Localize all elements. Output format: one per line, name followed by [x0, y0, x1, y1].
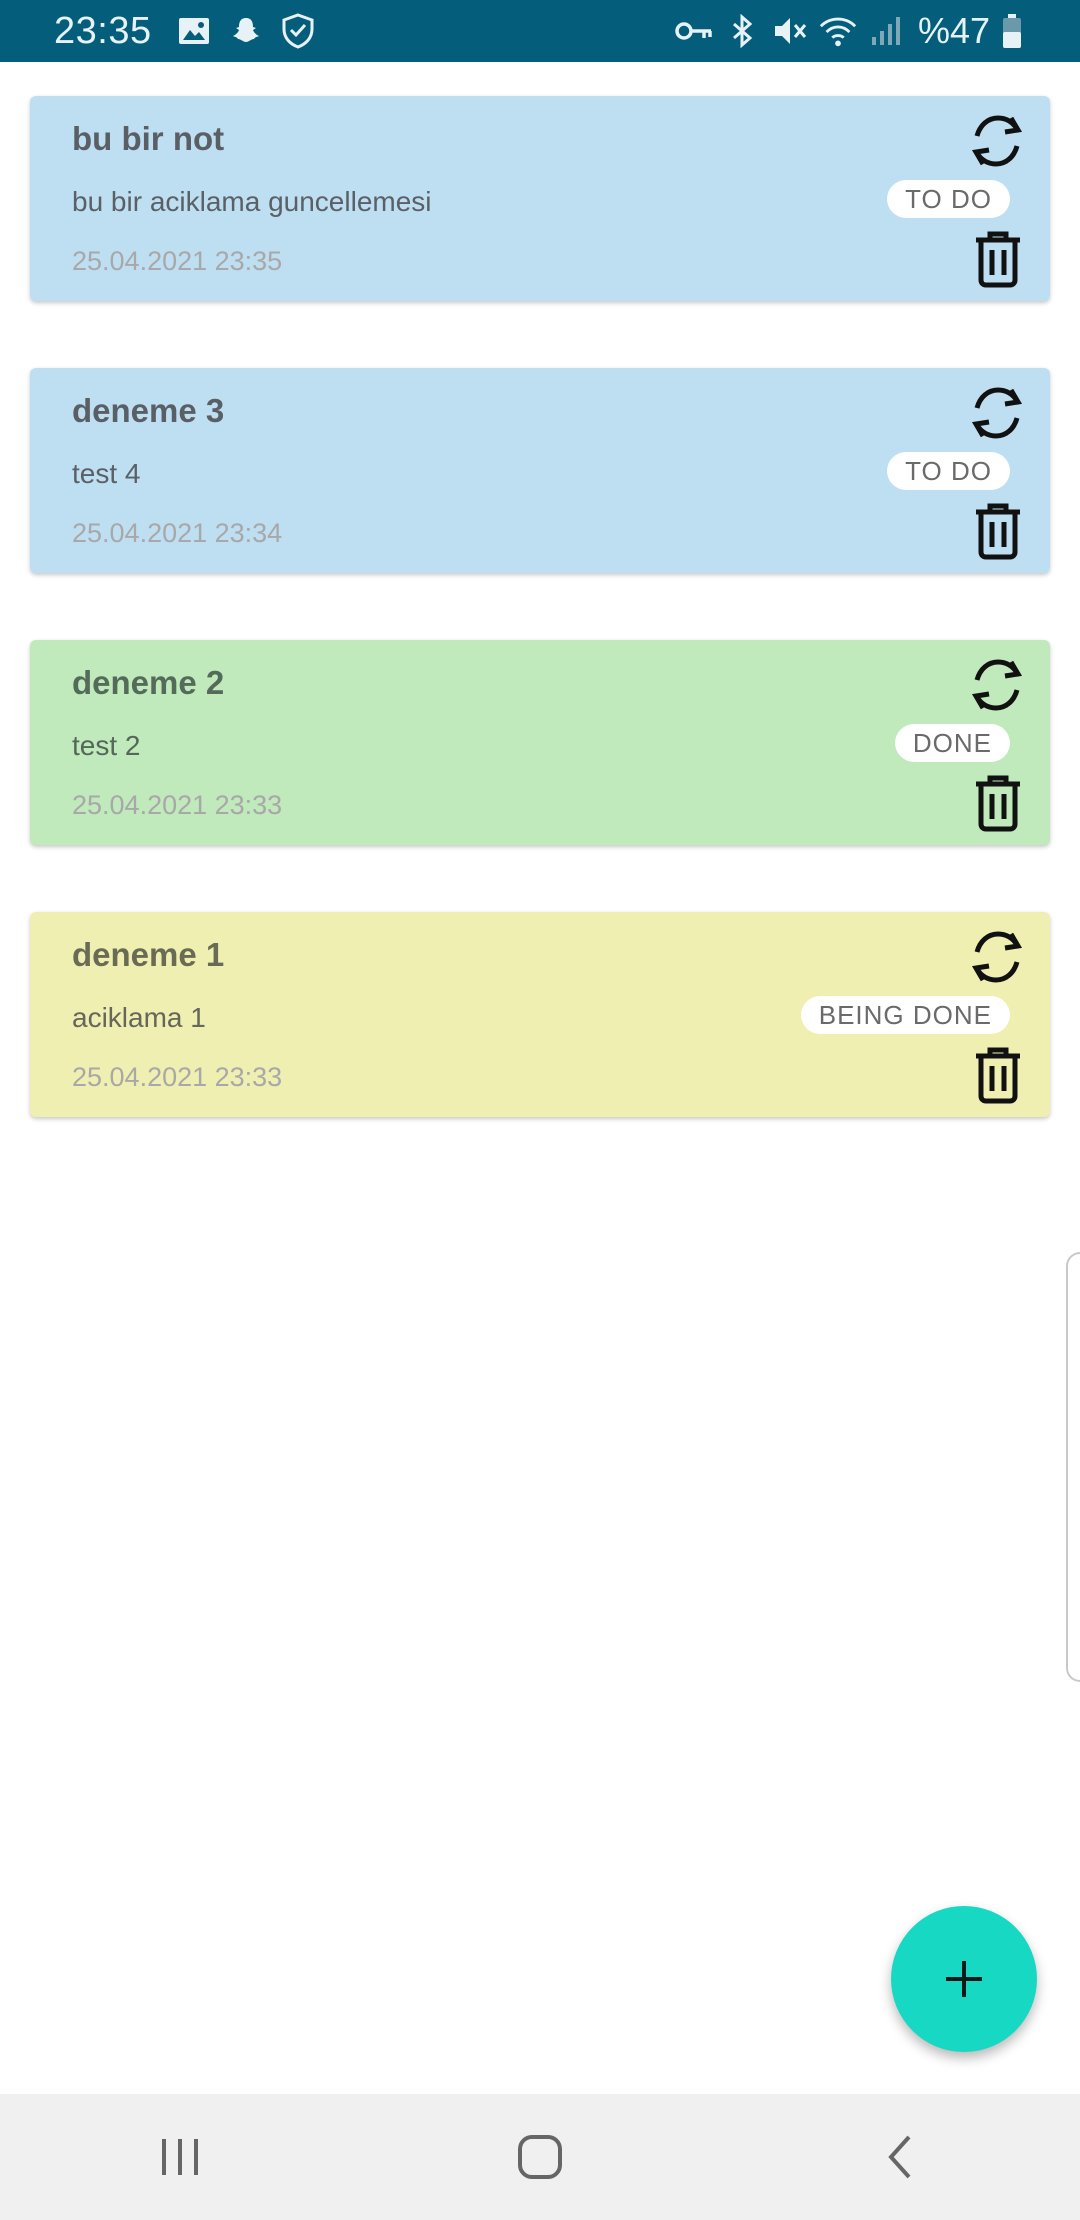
note-date: 25.04.2021 23:33	[72, 1062, 283, 1092]
note-title: deneme 2	[72, 664, 225, 701]
status-badge: BEING DONE	[800, 996, 1010, 1034]
status-badge: TO DO	[887, 180, 1010, 218]
status-bar: 23:35 %47	[0, 0, 1080, 62]
bluetooth-icon	[722, 11, 762, 51]
note-card[interactable]: deneme 2 test 2 25.04.2021 23:33 DONE	[30, 640, 1050, 845]
note-date: 25.04.2021 23:35	[72, 246, 283, 276]
note-description: test 4	[72, 458, 141, 489]
edge-panel-handle[interactable]	[1066, 1252, 1080, 1682]
note-date: 25.04.2021 23:34	[72, 518, 283, 548]
note-title: bu bir not	[72, 120, 225, 157]
status-bar-left: 23:35	[54, 10, 330, 53]
trash-icon[interactable]	[972, 500, 1024, 562]
plus-icon	[944, 1959, 984, 1999]
trash-icon[interactable]	[972, 772, 1024, 834]
trash-icon[interactable]	[972, 1044, 1024, 1106]
note-date: 25.04.2021 23:33	[72, 790, 283, 820]
home-button[interactable]	[480, 2107, 600, 2207]
gallery-icon	[174, 11, 214, 51]
refresh-icon[interactable]	[964, 382, 1030, 444]
recents-icon	[158, 2137, 202, 2177]
status-bar-right: %47	[670, 10, 1028, 52]
battery-percent: %47	[917, 10, 990, 51]
refresh-icon[interactable]	[964, 926, 1030, 988]
back-icon	[885, 2134, 915, 2180]
status-badge: TO DO	[887, 452, 1010, 490]
mute-icon	[770, 11, 810, 51]
note-description: bu bir aciklama guncellemesi	[72, 186, 432, 217]
shield-check-icon	[278, 11, 318, 51]
note-card[interactable]: deneme 1 aciklama 1 25.04.2021 23:33 BEI…	[30, 912, 1050, 1117]
note-card[interactable]: bu bir not bu bir aciklama guncellemesi …	[30, 96, 1050, 301]
add-note-button[interactable]	[891, 1906, 1037, 2052]
refresh-icon[interactable]	[964, 110, 1030, 172]
screen: 23:35 %47 bu bir not bu bir aciklama gun…	[0, 0, 1080, 2220]
wifi-icon	[818, 11, 858, 51]
battery-icon	[1000, 11, 1024, 51]
recents-button[interactable]	[120, 2107, 240, 2207]
vpn-key-icon	[674, 11, 714, 51]
note-title: deneme 1	[72, 936, 225, 973]
note-description: aciklama 1	[72, 1002, 206, 1033]
status-time: 23:35	[54, 9, 152, 52]
note-title: deneme 3	[72, 392, 225, 429]
refresh-icon[interactable]	[964, 654, 1030, 716]
home-icon	[517, 2134, 563, 2180]
trash-icon[interactable]	[972, 228, 1024, 290]
signal-icon	[866, 11, 906, 51]
back-button[interactable]	[840, 2107, 960, 2207]
snapchat-icon	[226, 11, 266, 51]
note-card[interactable]: deneme 3 test 4 25.04.2021 23:34 TO DO	[30, 368, 1050, 573]
note-description: test 2	[72, 730, 141, 761]
system-nav-bar	[0, 2094, 1080, 2220]
status-badge: DONE	[894, 724, 1010, 762]
